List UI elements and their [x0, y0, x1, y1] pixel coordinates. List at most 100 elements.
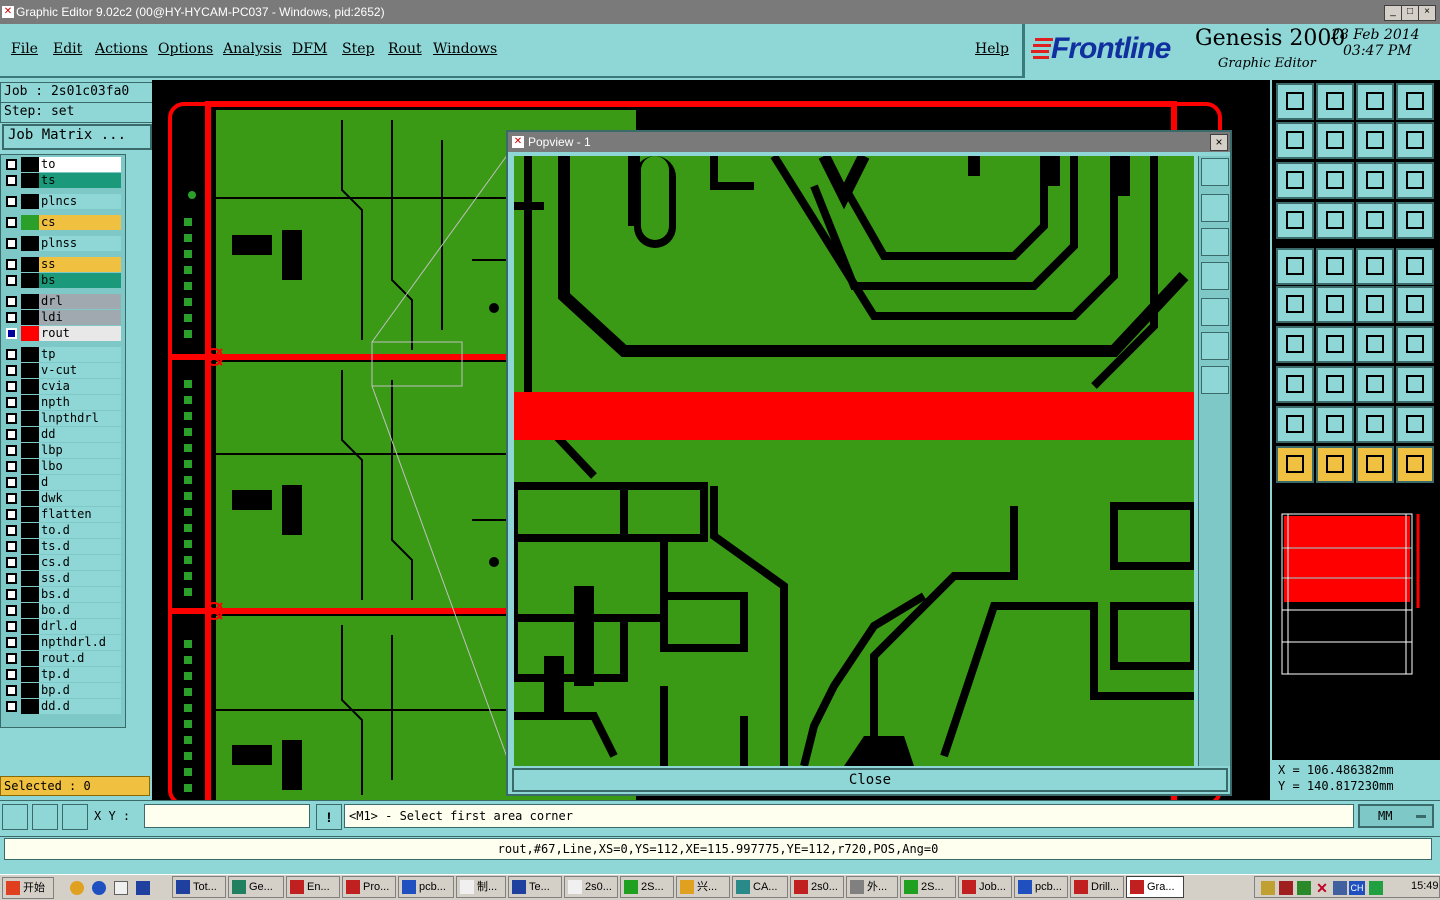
- layer-row-ss[interactable]: ss: [3, 257, 121, 272]
- layer-color-swatch[interactable]: [21, 587, 39, 602]
- connect-nodes-icon[interactable]: [1276, 286, 1314, 323]
- close-window-button[interactable]: ×: [1418, 5, 1436, 21]
- start-button[interactable]: 开始: [2, 877, 54, 899]
- layer-color-swatch[interactable]: [21, 157, 39, 172]
- polygon-arc-icon[interactable]: [1356, 406, 1394, 443]
- taskbar-button-6[interactable]: Te...: [508, 876, 562, 898]
- layer-checkbox[interactable]: [6, 217, 17, 228]
- taskbar-button-14[interactable]: Job...: [958, 876, 1012, 898]
- layer-checkbox[interactable]: [6, 509, 17, 520]
- snap-settings-icon[interactable]: [1276, 202, 1314, 239]
- layer-checkbox[interactable]: [6, 381, 17, 392]
- polygon-edit-icon[interactable]: [1316, 406, 1354, 443]
- layer-color-swatch[interactable]: [21, 555, 39, 570]
- layer-name[interactable]: to: [39, 157, 121, 172]
- menu-dfm[interactable]: DFM: [292, 41, 327, 57]
- taskbar-button-10[interactable]: CA...: [732, 876, 788, 898]
- browser-icon[interactable]: [92, 881, 106, 895]
- polygon-wave-icon[interactable]: [1396, 406, 1434, 443]
- taskbar-button-8[interactable]: 2S...: [620, 876, 674, 898]
- menu-file[interactable]: File: [11, 41, 38, 57]
- layer-color-swatch[interactable]: [21, 215, 39, 230]
- copy-feature-icon[interactable]: [1396, 286, 1434, 323]
- layer-checkbox[interactable]: [6, 525, 17, 536]
- join-lines-icon[interactable]: [1396, 326, 1434, 363]
- layer-checkbox[interactable]: [6, 701, 17, 712]
- transform-icon[interactable]: [1276, 366, 1314, 403]
- add-pad-icon[interactable]: [1276, 248, 1314, 285]
- layer-color-swatch[interactable]: [21, 651, 39, 666]
- units-select[interactable]: MM: [1358, 804, 1434, 828]
- layer-color-swatch[interactable]: [21, 427, 39, 442]
- layer-row-bp-d[interactable]: bp.d: [3, 683, 121, 698]
- layer-color-swatch[interactable]: [21, 257, 39, 272]
- layer-color-swatch[interactable]: [21, 571, 39, 586]
- layer-color-swatch[interactable]: [21, 273, 39, 288]
- layer-name[interactable]: tp.d: [39, 667, 121, 682]
- layer-color-swatch[interactable]: [21, 699, 39, 714]
- layer-row-lbo[interactable]: lbo: [3, 459, 121, 474]
- layer-row-plncs[interactable]: plncs: [3, 194, 121, 209]
- taskbar-button-5[interactable]: 制...: [456, 876, 506, 898]
- layer-name[interactable]: npth: [39, 395, 121, 410]
- fit-step-icon[interactable]: [1316, 162, 1354, 199]
- layer-name[interactable]: ts: [39, 173, 121, 188]
- flip-view-icon[interactable]: [1396, 122, 1434, 159]
- tray-tool-icon[interactable]: [1261, 881, 1275, 895]
- layer-row-ts-d[interactable]: ts.d: [3, 539, 121, 554]
- popview-close-button[interactable]: Close: [512, 768, 1228, 792]
- layer-name[interactable]: cs: [39, 215, 121, 230]
- menu-windows[interactable]: Windows: [433, 41, 497, 57]
- save-icon[interactable]: [136, 881, 150, 895]
- layer-color-swatch[interactable]: [21, 619, 39, 634]
- layer-checkbox[interactable]: [6, 312, 17, 323]
- layer-name[interactable]: lnpthdrl: [39, 411, 121, 426]
- layer-row-plnss[interactable]: plnss: [3, 236, 121, 251]
- layer-name[interactable]: to.d: [39, 523, 121, 538]
- popview-close-x-button[interactable]: ×: [1210, 134, 1228, 151]
- zoom-home-icon[interactable]: [1276, 83, 1314, 120]
- taskbar-button-15[interactable]: pcb...: [1014, 876, 1068, 898]
- layer-name[interactable]: v-cut: [39, 363, 121, 378]
- menu-edit[interactable]: Edit: [53, 41, 82, 57]
- layer-color-swatch[interactable]: [21, 459, 39, 474]
- taskbar-button-2[interactable]: En...: [286, 876, 340, 898]
- layer-checkbox[interactable]: [6, 429, 17, 440]
- layer-name[interactable]: lbo: [39, 459, 121, 474]
- layer-color-swatch[interactable]: [21, 603, 39, 618]
- layer-row-flatten[interactable]: flatten: [3, 507, 121, 522]
- layer-row-dd-d[interactable]: dd.d: [3, 699, 121, 714]
- menu-analysis[interactable]: Analysis: [223, 41, 282, 57]
- layer-color-swatch[interactable]: [21, 347, 39, 362]
- layer-checkbox[interactable]: [6, 621, 17, 632]
- layer-row-lbp[interactable]: lbp: [3, 443, 121, 458]
- taskbar-button-1[interactable]: Ge...: [228, 876, 284, 898]
- layer-name[interactable]: bo.d: [39, 603, 121, 618]
- layer-name[interactable]: cs.d: [39, 555, 121, 570]
- layer-color-swatch[interactable]: [21, 326, 39, 341]
- alert-button[interactable]: !: [316, 804, 342, 830]
- layer-checkbox[interactable]: [6, 477, 17, 488]
- mirror-view-icon[interactable]: [1356, 122, 1394, 159]
- layer-checkbox[interactable]: [6, 637, 17, 648]
- layer-color-swatch[interactable]: [21, 173, 39, 188]
- layer-row-drl[interactable]: drl: [3, 294, 121, 309]
- taskbar-button-13[interactable]: 2S...: [900, 876, 956, 898]
- menu-options[interactable]: Options: [158, 41, 213, 57]
- job-matrix-button[interactable]: Job Matrix ...: [2, 124, 152, 150]
- layer-color-swatch[interactable]: [21, 411, 39, 426]
- layer-checkbox[interactable]: [6, 413, 17, 424]
- layer-name[interactable]: npthdrl.d: [39, 635, 121, 650]
- layer-checkbox[interactable]: [6, 493, 17, 504]
- layer-row-npth[interactable]: npth: [3, 395, 121, 410]
- layer-name[interactable]: rout: [39, 326, 121, 341]
- layer-name[interactable]: ss.d: [39, 571, 121, 586]
- layer-row-v-cut[interactable]: v-cut: [3, 363, 121, 378]
- layer-color-swatch[interactable]: [21, 236, 39, 251]
- tray-language[interactable]: CH: [1349, 881, 1365, 895]
- pan-right-icon[interactable]: [1316, 122, 1354, 159]
- tray-frontline-icon[interactable]: [1279, 881, 1293, 895]
- popview-traces[interactable]: [514, 156, 1194, 766]
- layer-row-rout[interactable]: rout: [3, 326, 121, 341]
- layer-row-dwk[interactable]: dwk: [3, 491, 121, 506]
